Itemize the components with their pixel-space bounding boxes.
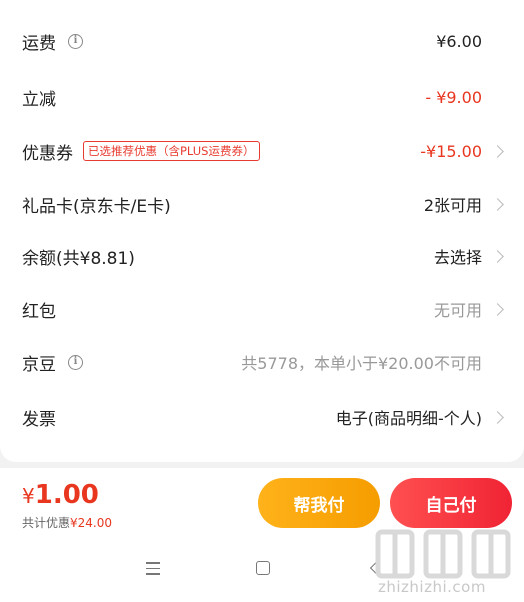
shipping-label: 运费: [22, 33, 56, 54]
discount-amount: ¥24.00: [70, 516, 113, 530]
gift-card-label: 礼品卡(京东卡/E卡): [22, 196, 171, 217]
row-gift-card[interactable]: 礼品卡(京东卡/E卡) 2张可用: [0, 184, 524, 224]
red-packet-value: 无可用: [433, 301, 482, 320]
chevron-right-icon: [491, 197, 504, 211]
row-jingdou: 京豆 i 共5778，本单小于¥20.00不可用: [0, 342, 524, 382]
order-summary-card: 运费 i ¥6.00 立减 - ¥9.00 优惠券 已选推荐优惠（含PLUS运费…: [0, 0, 524, 462]
chevron-right-icon: [491, 302, 504, 316]
row-coupon[interactable]: 优惠券 已选推荐优惠（含PLUS运费券） -¥15.00: [0, 131, 524, 171]
invoice-label: 发票: [22, 409, 56, 430]
row-balance[interactable]: 余额(共¥8.81) 去选择: [0, 236, 524, 276]
total-price: ¥1.00: [22, 480, 99, 510]
red-packet-label: 红包: [22, 301, 56, 322]
row-shipping: 运费 i ¥6.00: [0, 21, 524, 61]
jingdou-value: 共5778，本单小于¥20.00不可用: [241, 354, 482, 373]
total-amount: 1.00: [34, 480, 99, 510]
invoice-value: 电子(商品明细-个人): [335, 409, 482, 428]
row-instant-discount: 立减 - ¥9.00: [0, 77, 524, 117]
menu-icon[interactable]: [146, 562, 160, 579]
instant-discount-value: - ¥9.00: [425, 87, 482, 107]
row-red-packet[interactable]: 红包 无可用: [0, 289, 524, 329]
currency-symbol: ¥: [22, 484, 35, 508]
watermark-text: zhizhizhi.com: [378, 578, 486, 596]
coupon-value: -¥15.00: [420, 141, 482, 161]
instant-discount-label: 立减: [22, 89, 56, 110]
chevron-right-icon: [491, 249, 504, 263]
total-discount: 共计优惠¥24.00: [22, 514, 112, 531]
chevron-right-icon: [491, 410, 504, 424]
row-invoice[interactable]: 发票 电子(商品明细-个人): [0, 397, 524, 437]
home-icon[interactable]: [256, 561, 270, 575]
jingdou-label: 京豆: [22, 354, 56, 375]
gift-card-value: 2张可用: [423, 196, 482, 215]
coupon-recommended-tag: 已选推荐优惠（含PLUS运费券）: [83, 141, 260, 161]
help-me-pay-button[interactable]: 帮我付: [258, 478, 380, 528]
info-icon[interactable]: i: [68, 354, 83, 370]
balance-label: 余额(共¥8.81): [22, 248, 135, 269]
balance-value: 去选择: [433, 248, 482, 267]
coupon-label: 优惠券: [22, 143, 73, 164]
shipping-value: ¥6.00: [436, 31, 482, 51]
chevron-right-icon: [491, 144, 504, 158]
discount-label: 共计优惠: [22, 516, 71, 530]
info-icon[interactable]: i: [68, 33, 83, 49]
